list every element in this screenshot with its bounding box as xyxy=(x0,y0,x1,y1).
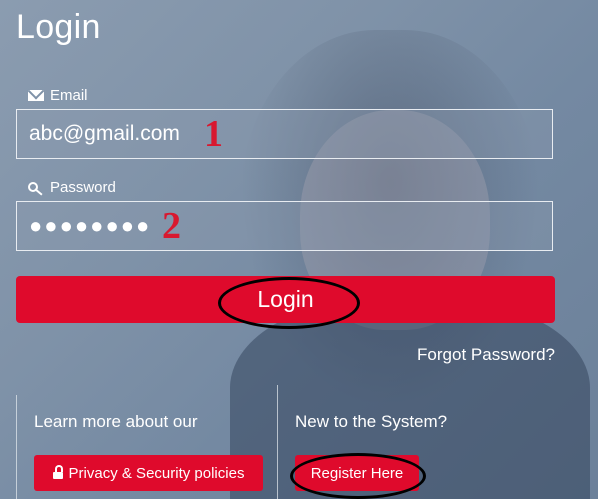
privacy-panel-text: Learn more about our xyxy=(34,412,198,431)
lock-icon xyxy=(52,465,63,480)
email-label-text: Email xyxy=(50,87,88,104)
panel-divider-left xyxy=(16,395,17,499)
envelope-icon xyxy=(28,90,44,101)
email-value: abc@gmail.com xyxy=(29,122,180,145)
annotation-marker-1: 1 xyxy=(204,113,223,155)
email-field[interactable]: abc@gmail.com xyxy=(16,109,553,159)
key-icon xyxy=(28,181,44,195)
email-label: Email xyxy=(28,87,88,104)
register-panel-text: New to the System? xyxy=(295,412,448,431)
privacy-policy-button[interactable]: Privacy & Security policies xyxy=(34,455,263,491)
password-label-text: Password xyxy=(50,179,116,196)
login-button-label: Login xyxy=(257,286,314,312)
privacy-button-label: Privacy & Security policies xyxy=(68,464,245,482)
page-title: Login xyxy=(16,8,101,46)
forgot-password-link[interactable]: Forgot Password? xyxy=(417,345,555,365)
annotation-marker-2: 2 xyxy=(162,205,181,247)
register-button-label: Register Here xyxy=(310,464,404,482)
login-button[interactable]: Login xyxy=(16,276,555,323)
password-label: Password xyxy=(28,179,116,196)
panel-divider-middle xyxy=(277,385,278,499)
password-value: ●●●●●●●● xyxy=(29,213,152,238)
password-field[interactable]: ●●●●●●●● xyxy=(16,201,553,251)
register-button[interactable]: Register Here xyxy=(295,455,419,491)
